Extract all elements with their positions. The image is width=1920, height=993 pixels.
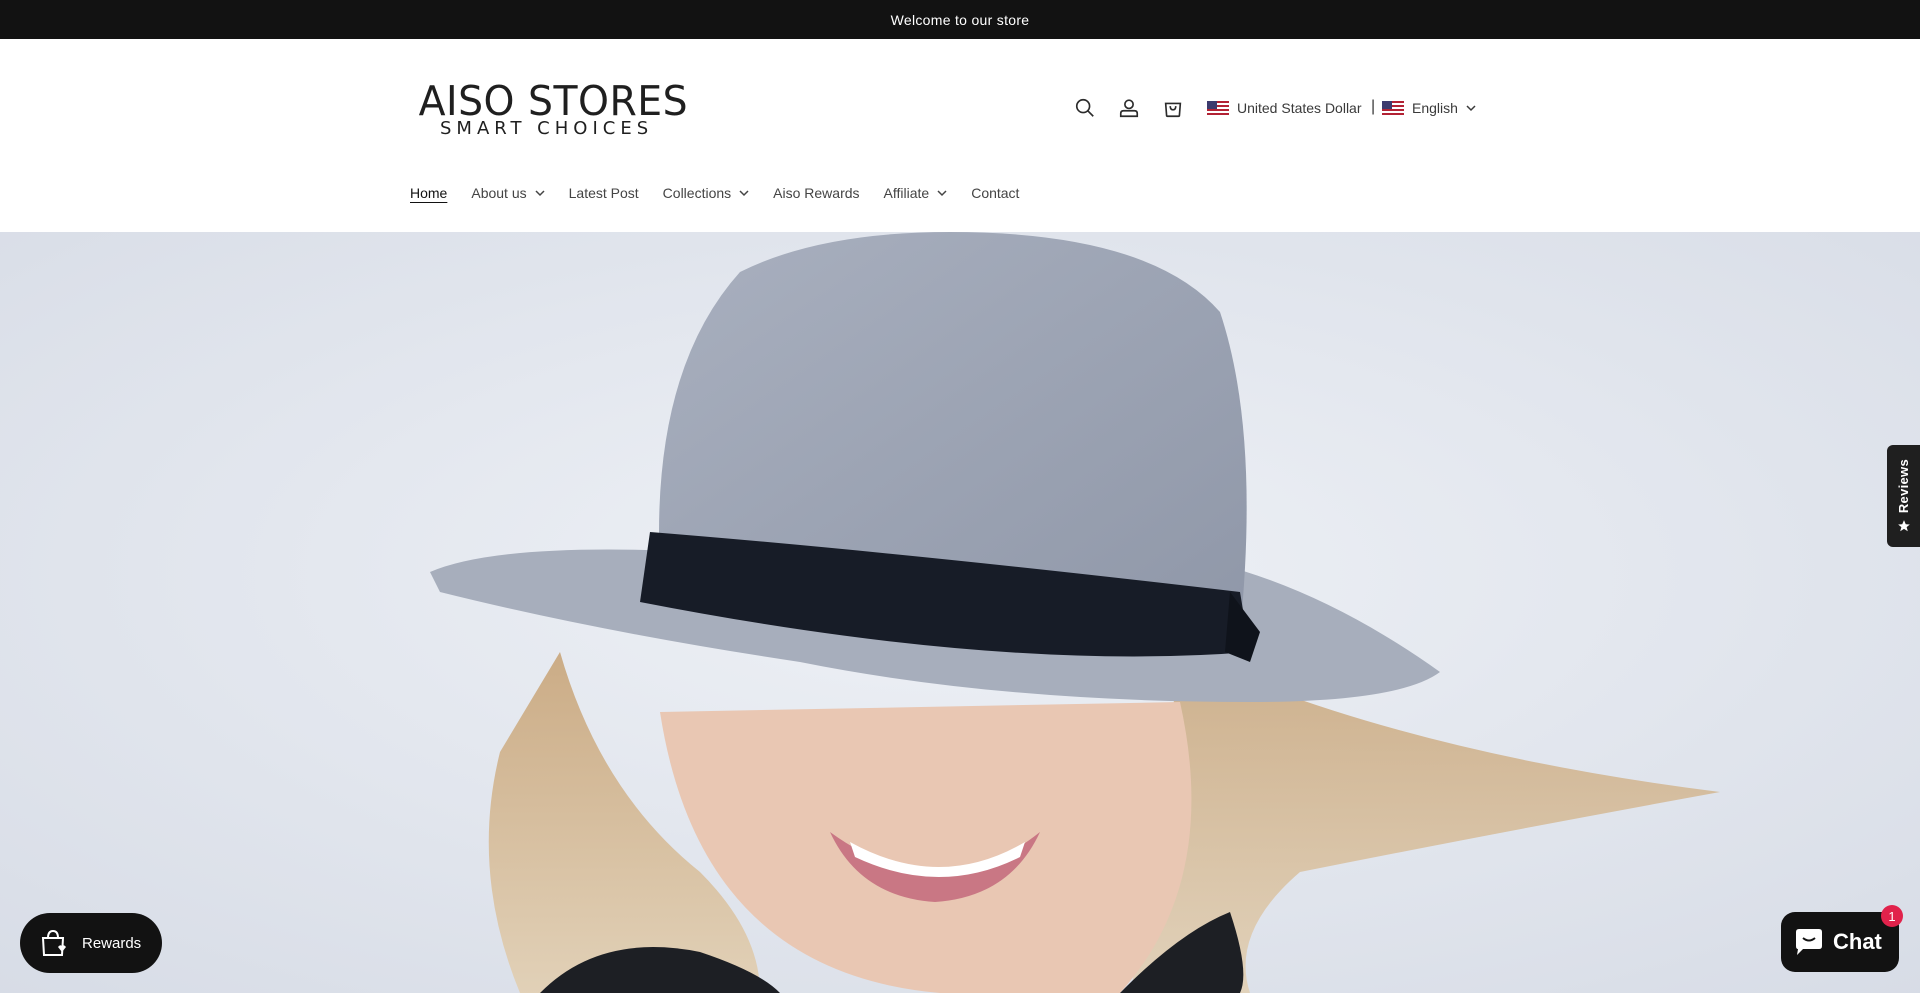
us-flag-icon bbox=[1207, 101, 1229, 115]
hero-banner-image bbox=[0, 232, 1920, 993]
announcement-bar: Welcome to our store bbox=[0, 0, 1920, 39]
nav-item-aiso-rewards[interactable]: Aiso Rewards bbox=[773, 185, 859, 201]
rewards-launcher-button[interactable]: Rewards bbox=[20, 913, 162, 973]
reviews-tab-label: Reviews bbox=[1896, 458, 1911, 514]
site-header: AISO STORES SMART CHOICES United States … bbox=[0, 39, 1920, 232]
nav-label: Collections bbox=[662, 185, 732, 201]
reviews-tab[interactable]: Reviews bbox=[1887, 445, 1920, 547]
chevron-down-icon bbox=[1466, 105, 1476, 112]
chevron-down-icon bbox=[937, 190, 947, 197]
shopping-bag-heart-icon bbox=[41, 929, 66, 956]
language-selector[interactable]: English bbox=[1382, 97, 1476, 119]
nav-item-latest-post[interactable]: Latest Post bbox=[569, 185, 639, 201]
cart-icon[interactable] bbox=[1159, 94, 1187, 122]
nav-label: Affiliate bbox=[883, 185, 930, 201]
nav-label: Latest Post bbox=[568, 185, 639, 201]
logo-tagline: SMART CHOICES bbox=[440, 118, 654, 139]
rewards-label: Rewards bbox=[82, 934, 142, 952]
store-logo[interactable]: AISO STORES SMART CHOICES bbox=[418, 79, 700, 139]
search-icon[interactable] bbox=[1071, 94, 1099, 122]
star-icon bbox=[1897, 520, 1910, 532]
nav-label: Contact bbox=[971, 185, 1020, 201]
nav-item-contact[interactable]: Contact bbox=[971, 185, 1019, 201]
language-label: English bbox=[1412, 100, 1458, 116]
selector-divider: | bbox=[1371, 98, 1376, 115]
nav-label: Home bbox=[410, 185, 448, 201]
account-icon[interactable] bbox=[1115, 94, 1143, 122]
chevron-down-icon bbox=[535, 190, 545, 197]
nav-item-home[interactable]: Home bbox=[410, 185, 447, 201]
announcement-text: Welcome to our store bbox=[890, 11, 1030, 28]
us-flag-icon bbox=[1382, 101, 1404, 115]
nav-item-affiliate[interactable]: Affiliate bbox=[884, 185, 948, 201]
nav-item-collections[interactable]: Collections bbox=[663, 185, 749, 201]
chat-label: Chat bbox=[1833, 929, 1882, 954]
chat-notification-badge: 1 bbox=[1881, 905, 1903, 927]
chat-bubble-icon bbox=[1796, 929, 1822, 955]
nav-label: About us bbox=[471, 185, 527, 201]
logo-title: AISO STORES bbox=[418, 77, 689, 125]
hero-photo-woman-in-hat bbox=[0, 232, 1920, 993]
main-navigation: Home About us Latest Post Collections Ai… bbox=[410, 181, 1043, 205]
nav-label: Aiso Rewards bbox=[773, 185, 860, 201]
currency-selector[interactable]: United States Dollar bbox=[1207, 97, 1362, 119]
chevron-down-icon bbox=[739, 190, 749, 197]
nav-item-about-us[interactable]: About us bbox=[471, 185, 545, 201]
currency-label: United States Dollar bbox=[1237, 100, 1362, 116]
